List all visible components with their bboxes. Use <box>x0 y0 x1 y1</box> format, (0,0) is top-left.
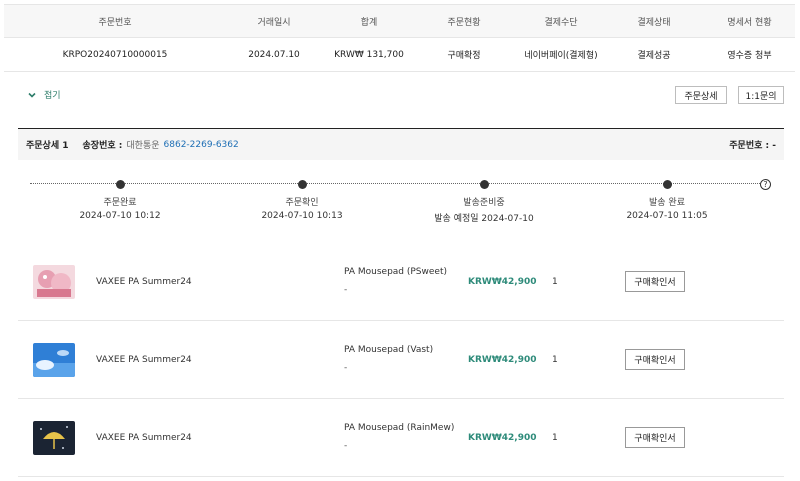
stage-date: 발송 예정일 2024-07-10 <box>434 214 534 224</box>
shipping-label: 송장번호 : <box>82 141 123 151</box>
detail-title: 주문상세 1 <box>26 141 69 151</box>
purchase-confirmation-button[interactable]: 구매확인서 <box>625 271 685 292</box>
product-option: - <box>344 363 348 373</box>
fold-label: 접기 <box>44 91 61 101</box>
product-name: VAXEE PA Summer24 <box>96 276 192 287</box>
stage-label: 주문확인 <box>285 198 319 208</box>
timeline-dot-4 <box>663 180 672 189</box>
list-item: VAXEE PA Summer24 PA Mousepad (PSweet) -… <box>18 243 784 321</box>
fold-toggle[interactable]: 접기 <box>28 88 61 101</box>
detail-order-number: 주문번호 : - <box>729 141 776 151</box>
help-icon[interactable]: ? <box>760 179 771 190</box>
header-status: 주문현황 <box>447 17 481 28</box>
header-total: 합계 <box>360 17 378 28</box>
header-payment-method: 결제수단 <box>544 17 578 28</box>
product-name: VAXEE PA Summer24 <box>96 354 192 365</box>
product-name: VAXEE PA Summer24 <box>96 432 192 443</box>
detail-header-bar: 주문상세 1 송장번호 : 대한통운 6862-2269-6362 주문번호 :… <box>18 128 784 160</box>
stage-label: 주문완료 <box>103 198 137 208</box>
stage-date: 2024-07-10 10:13 <box>261 211 343 221</box>
list-item: VAXEE PA Summer24 PA Mousepad (Vast) - K… <box>18 321 784 399</box>
item-price: KRW₩42,900 <box>468 276 537 287</box>
blue-sky-thumbnail-icon <box>33 343 75 377</box>
order-status: 구매확정 <box>447 51 481 61</box>
product-variant: PA Mousepad (Vast) <box>344 345 434 355</box>
chevron-down-icon <box>28 92 36 98</box>
product-variant: PA Mousepad (PSweet) <box>344 267 447 277</box>
order-detail-button[interactable]: 주문상세 <box>675 86 727 104</box>
order-row: KRPO20240710000015 2024.07.10 KRW₩ 131,7… <box>4 38 795 72</box>
item-quantity: 1 <box>552 432 558 443</box>
product-option: - <box>344 441 348 451</box>
stage-date: 2024-07-10 10:12 <box>79 211 161 221</box>
order-table-header: 주문번호 거래일시 합계 주문현황 결제수단 결제상태 명세서 현황 <box>4 4 795 38</box>
header-date: 거래일시 <box>257 17 291 28</box>
item-price: KRW₩42,900 <box>468 354 537 365</box>
inquiry-button[interactable]: 1:1문의 <box>738 86 784 104</box>
header-payment-status: 결제상태 <box>637 17 671 28</box>
item-quantity: 1 <box>552 354 558 365</box>
pink-character-thumbnail-icon <box>33 265 75 299</box>
timeline-dot-1 <box>116 180 125 189</box>
payment-status: 결제성공 <box>637 51 671 61</box>
product-variant: PA Mousepad (RainMew) <box>344 423 455 433</box>
timeline-dot-3 <box>480 180 489 189</box>
tracking-number-link[interactable]: 6862-2269-6362 <box>164 140 239 150</box>
stage-label: 발송 완료 <box>649 198 685 208</box>
order-number: KRPO20240710000015 <box>62 49 168 60</box>
stage-date: 2024-07-10 11:05 <box>626 211 708 221</box>
stage-label: 발송준비중 <box>463 198 505 208</box>
purchase-confirmation-button[interactable]: 구매확인서 <box>625 427 685 448</box>
item-quantity: 1 <box>552 276 558 287</box>
carrier-name: 대한통운 <box>126 141 160 151</box>
order-date: 2024.07.10 <box>248 49 300 60</box>
header-receipt: 명세서 현황 <box>727 17 772 28</box>
item-price: KRW₩42,900 <box>468 432 537 443</box>
product-option: - <box>344 285 348 295</box>
progress-timeline <box>30 183 764 187</box>
timeline-dot-2 <box>298 180 307 189</box>
list-item: VAXEE PA Summer24 PA Mousepad (RainMew) … <box>18 399 784 477</box>
payment-method: 네이버페이(결제형) <box>524 51 598 61</box>
receipt-status: 영수증 청부 <box>727 51 772 61</box>
header-order-no: 주문번호 <box>98 17 132 28</box>
order-total: KRW₩ 131,700 <box>334 49 404 60</box>
purchase-confirmation-button[interactable]: 구매확인서 <box>625 349 685 370</box>
night-umbrella-thumbnail-icon <box>33 421 75 455</box>
